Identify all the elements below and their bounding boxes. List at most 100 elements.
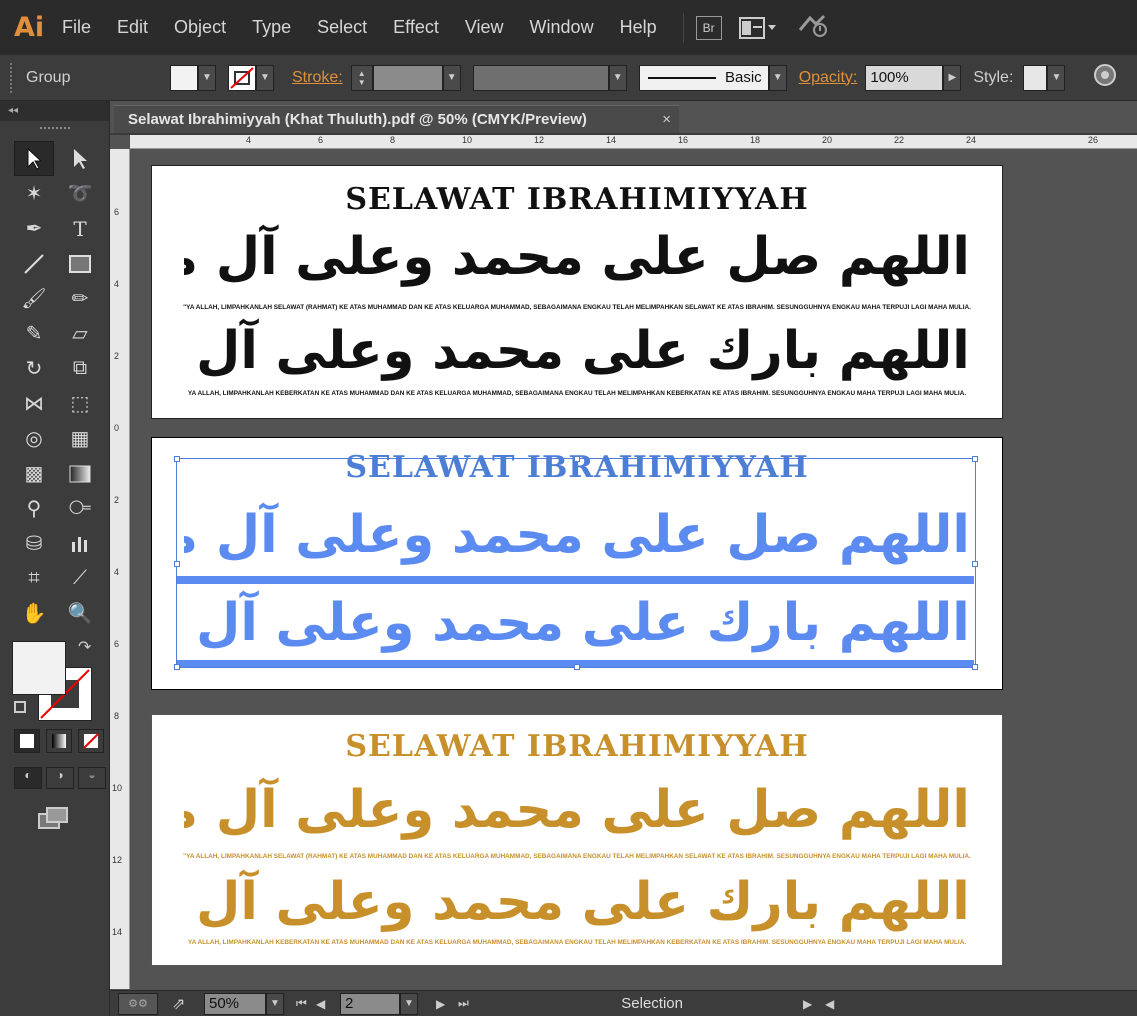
width-tool-icon[interactable]: ⋈ bbox=[14, 386, 54, 421]
zoom-field[interactable]: 50% bbox=[204, 992, 266, 1015]
stroke-dropdown[interactable]: ▼ bbox=[256, 64, 274, 91]
stroke-weight-stepper[interactable]: ▲ ▼ bbox=[350, 64, 373, 91]
menu-type[interactable]: Type bbox=[252, 17, 291, 38]
profile-dropdown[interactable]: ▼ bbox=[608, 64, 627, 91]
selection-handle[interactable] bbox=[174, 561, 180, 567]
opacity-field[interactable]: 100% bbox=[865, 64, 944, 91]
lasso-tool-icon[interactable]: ➰ bbox=[60, 176, 100, 211]
document-setup-icon[interactable] bbox=[1093, 63, 1117, 92]
stroke-swatch[interactable] bbox=[228, 64, 256, 91]
brush-definition[interactable]: Basic bbox=[638, 64, 769, 91]
fill-dropdown[interactable]: ▼ bbox=[198, 64, 216, 91]
stroke-weight-field[interactable] bbox=[372, 64, 443, 91]
graphic-style-swatch[interactable] bbox=[1023, 64, 1048, 91]
sync-settings-icon[interactable] bbox=[796, 12, 832, 43]
brush-dropdown[interactable]: ▼ bbox=[768, 64, 787, 91]
opacity-label[interactable]: Opacity: bbox=[799, 69, 858, 87]
fill-color-box[interactable] bbox=[12, 641, 66, 695]
artboard-tool-icon[interactable]: ⌗ bbox=[14, 561, 54, 596]
selection-handle[interactable] bbox=[972, 456, 978, 462]
type-tool-icon[interactable]: T bbox=[60, 211, 100, 246]
gradient-tool-icon[interactable] bbox=[60, 456, 100, 491]
menu-effect[interactable]: Effect bbox=[393, 17, 439, 38]
free-transform-tool-icon[interactable]: ⬚ bbox=[60, 386, 100, 421]
perspective-grid-tool-icon[interactable]: ▦ bbox=[60, 421, 100, 456]
blend-tool-icon[interactable]: ⧃ bbox=[60, 491, 100, 526]
share-icon[interactable]: ⇗ bbox=[172, 994, 196, 1014]
draw-behind-icon[interactable]: ◑ bbox=[46, 767, 74, 789]
blob-brush-tool-icon[interactable]: ✎ bbox=[14, 316, 54, 351]
eyedropper-tool-icon[interactable]: ⚲ bbox=[14, 491, 54, 526]
menu-file[interactable]: File bbox=[62, 17, 91, 38]
rotate-tool-icon[interactable]: ↻ bbox=[14, 351, 54, 386]
style-dropdown[interactable]: ▼ bbox=[1047, 64, 1066, 91]
vertical-ruler[interactable]: 6 4 2 0 2 4 6 8 10 12 14 bbox=[110, 149, 130, 989]
shape-builder-tool-icon[interactable]: ◎ bbox=[14, 421, 54, 456]
eraser-tool-icon[interactable]: ▱ bbox=[60, 316, 100, 351]
mesh-tool-icon[interactable]: ▩ bbox=[14, 456, 54, 491]
menu-object[interactable]: Object bbox=[174, 17, 226, 38]
magic-wand-tool-icon[interactable]: ✶ bbox=[14, 176, 54, 211]
paintbrush-tool-icon[interactable]: 🖌 bbox=[14, 281, 54, 316]
hand-tool-icon[interactable]: ✋ bbox=[14, 596, 54, 631]
pen-tool-icon[interactable]: ✒ bbox=[14, 211, 54, 246]
default-colors-icon[interactable] bbox=[14, 701, 26, 713]
control-bar-grip[interactable] bbox=[10, 62, 16, 93]
slice-tool-icon[interactable]: ⟋ bbox=[60, 561, 100, 596]
selection-handle[interactable] bbox=[574, 456, 580, 462]
artboard-black[interactable]: SELAWAT IBRAHIMIYYAH اللهم صل على محمد و… bbox=[151, 165, 1003, 419]
pencil-tool-icon[interactable]: ✏ bbox=[60, 281, 100, 316]
first-artboard-icon[interactable]: ⏮ bbox=[296, 996, 316, 1011]
none-mode-icon[interactable] bbox=[78, 729, 104, 753]
artboard-number-field[interactable]: 2 bbox=[340, 992, 400, 1015]
selection-tool-icon[interactable] bbox=[14, 141, 54, 176]
variable-width-profile[interactable] bbox=[472, 64, 609, 91]
screen-mode-icon[interactable] bbox=[38, 807, 70, 831]
menu-help[interactable]: Help bbox=[620, 17, 657, 38]
rectangle-tool-icon[interactable] bbox=[60, 246, 100, 281]
status-tool-name[interactable]: Selection bbox=[498, 995, 683, 1012]
menu-window[interactable]: Window bbox=[530, 17, 594, 38]
fill-stroke-widget[interactable]: ↷ bbox=[0, 637, 109, 727]
menu-select[interactable]: Select bbox=[317, 17, 367, 38]
menu-view[interactable]: View bbox=[465, 17, 504, 38]
line-tool-icon[interactable] bbox=[14, 246, 54, 281]
draw-inside-icon[interactable]: ◒ bbox=[78, 767, 106, 789]
artboard-dropdown[interactable]: ▼ bbox=[400, 992, 418, 1015]
zoom-tool-icon[interactable]: 🔍 bbox=[60, 596, 100, 631]
document-tab[interactable]: Selawat Ibrahimiyyah (Khat Thuluth).pdf … bbox=[114, 105, 679, 133]
stroke-label[interactable]: Stroke: bbox=[292, 69, 343, 87]
zoom-dropdown[interactable]: ▼ bbox=[266, 992, 284, 1015]
selection-handle[interactable] bbox=[972, 561, 978, 567]
menu-edit[interactable]: Edit bbox=[117, 17, 148, 38]
next-artboard-icon[interactable]: ▶ bbox=[436, 997, 458, 1011]
opacity-slider-button[interactable]: ▶ bbox=[943, 64, 962, 91]
gradient-mode-icon[interactable] bbox=[46, 729, 72, 753]
stroke-weight-dropdown[interactable]: ▼ bbox=[442, 64, 461, 91]
selection-handle[interactable] bbox=[972, 664, 978, 670]
tools-collapse-button[interactable]: ◂◂ bbox=[0, 101, 109, 121]
canvas[interactable]: SELAWAT IBRAHIMIYYAH اللهم صل على محمد و… bbox=[130, 149, 1137, 989]
previous-artboard-icon[interactable]: ◀ bbox=[316, 997, 340, 1011]
status-menu-icon[interactable]: ▶ bbox=[803, 997, 817, 1011]
fill-swatch[interactable] bbox=[170, 64, 198, 91]
last-artboard-icon[interactable]: ⏭ bbox=[458, 996, 498, 1011]
artboard-selected[interactable]: SELAWAT IBRAHIMIYYAH اللهم صل على محمد و… bbox=[151, 437, 1003, 690]
symbol-sprayer-tool-icon[interactable]: ⛁ bbox=[14, 526, 54, 561]
bridge-button[interactable]: Br bbox=[695, 15, 722, 40]
scroll-left-icon[interactable]: ◀ bbox=[825, 997, 839, 1011]
column-graph-tool-icon[interactable] bbox=[60, 526, 100, 561]
artboard-gold[interactable]: SELAWAT IBRAHIMIYYAH اللهم صل على محمد و… bbox=[151, 714, 1003, 966]
selection-handle[interactable] bbox=[174, 664, 180, 670]
scale-tool-icon[interactable]: ⧉ bbox=[60, 351, 100, 386]
color-mode-icon[interactable] bbox=[14, 729, 40, 753]
selection-handle[interactable] bbox=[174, 456, 180, 462]
gpu-performance-icon[interactable]: ⚙⚙ bbox=[118, 992, 158, 1015]
selection-handle[interactable] bbox=[574, 664, 580, 670]
horizontal-ruler[interactable]: 4 6 8 10 12 14 16 18 20 22 24 26 bbox=[130, 135, 1137, 149]
swap-fill-stroke-icon[interactable]: ↷ bbox=[78, 637, 91, 657]
selection-bounding-box[interactable] bbox=[174, 456, 978, 670]
tools-grip[interactable] bbox=[39, 127, 70, 133]
close-tab-icon[interactable]: × bbox=[662, 106, 671, 134]
direct-selection-tool-icon[interactable] bbox=[60, 141, 100, 176]
